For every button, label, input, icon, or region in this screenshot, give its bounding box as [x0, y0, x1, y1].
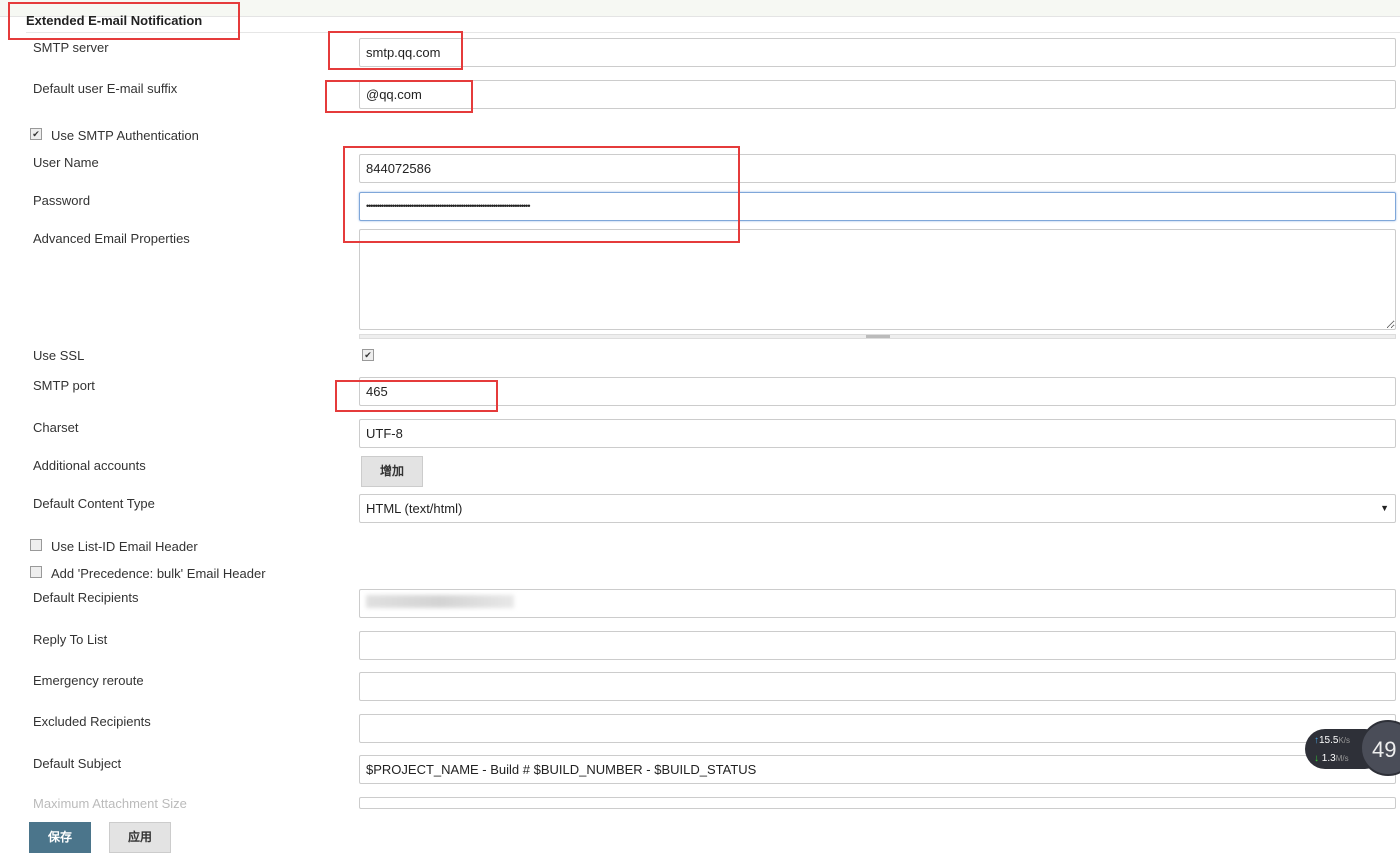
- advanced-textarea[interactable]: [359, 229, 1396, 330]
- max-attach-input[interactable]: [359, 797, 1396, 809]
- download-unit: M/s: [1335, 754, 1349, 763]
- upload-speed: 15.5: [1319, 735, 1339, 746]
- cpu-percent: 49: [1372, 737, 1397, 762]
- list-id-checkbox[interactable]: [30, 539, 42, 551]
- divider: [26, 32, 1400, 33]
- use-ssl-label: Use SSL: [33, 348, 85, 363]
- blurred-recipients: [366, 595, 514, 608]
- password-input[interactable]: ••••••••••••••••••••••••••••••••••••••••…: [359, 192, 1396, 221]
- download-arrow-icon: ↓: [1314, 753, 1319, 764]
- charset-label: Charset: [33, 420, 79, 435]
- precedence-label: Add 'Precedence: bulk' Email Header: [51, 566, 266, 581]
- upload-unit: K/s: [1338, 736, 1351, 745]
- use-ssl-checkbox[interactable]: ✔: [362, 349, 374, 361]
- password-label: Password: [33, 193, 91, 208]
- charset-input[interactable]: [359, 419, 1396, 448]
- additional-accounts-label: Additional accounts: [33, 458, 146, 473]
- reply-to-input[interactable]: [359, 631, 1396, 660]
- use-auth-label: Use SMTP Authentication: [51, 128, 199, 143]
- top-bar: [0, 0, 1400, 17]
- download-speed: 1.3: [1321, 753, 1336, 764]
- advanced-label: Advanced Email Properties: [33, 231, 190, 246]
- max-attach-label: Maximum Attachment Size: [33, 796, 187, 808]
- subject-label: Default Subject: [33, 756, 122, 771]
- smtp-server-input[interactable]: [359, 38, 1396, 67]
- content-type-select[interactable]: HTML (text/html) ▼: [359, 494, 1396, 523]
- chevron-down-icon: ▼: [1380, 503, 1389, 513]
- list-id-label: Use List-ID Email Header: [51, 539, 198, 554]
- reply-to-label: Reply To List: [33, 632, 108, 647]
- apply-button[interactable]: 应用: [109, 822, 171, 853]
- emergency-label: Emergency reroute: [33, 673, 144, 688]
- suffix-input[interactable]: [359, 80, 1396, 109]
- add-account-button[interactable]: 增加: [361, 456, 423, 487]
- recipients-label: Default Recipients: [33, 590, 139, 605]
- subject-input[interactable]: [359, 755, 1396, 784]
- content-type-value: HTML (text/html): [366, 501, 463, 516]
- excluded-label: Excluded Recipients: [33, 714, 151, 729]
- smtp-port-label: SMTP port: [33, 378, 95, 393]
- username-label: User Name: [33, 155, 99, 170]
- suffix-label: Default user E-mail suffix: [33, 81, 178, 96]
- excluded-input[interactable]: [359, 714, 1396, 743]
- username-input[interactable]: [359, 154, 1396, 183]
- emergency-input[interactable]: [359, 672, 1396, 701]
- textarea-resize-bar[interactable]: [359, 334, 1396, 339]
- smtp-server-label: SMTP server: [33, 40, 109, 55]
- recipients-input[interactable]: [359, 589, 1396, 618]
- use-auth-checkbox[interactable]: ✔: [30, 128, 42, 140]
- save-button[interactable]: 保存: [29, 822, 91, 853]
- precedence-checkbox[interactable]: [30, 566, 42, 578]
- content-type-label: Default Content Type: [33, 496, 155, 511]
- smtp-port-input[interactable]: [359, 377, 1396, 406]
- bottom-bar: [0, 809, 1400, 865]
- section-title: Extended E-mail Notification: [26, 13, 203, 28]
